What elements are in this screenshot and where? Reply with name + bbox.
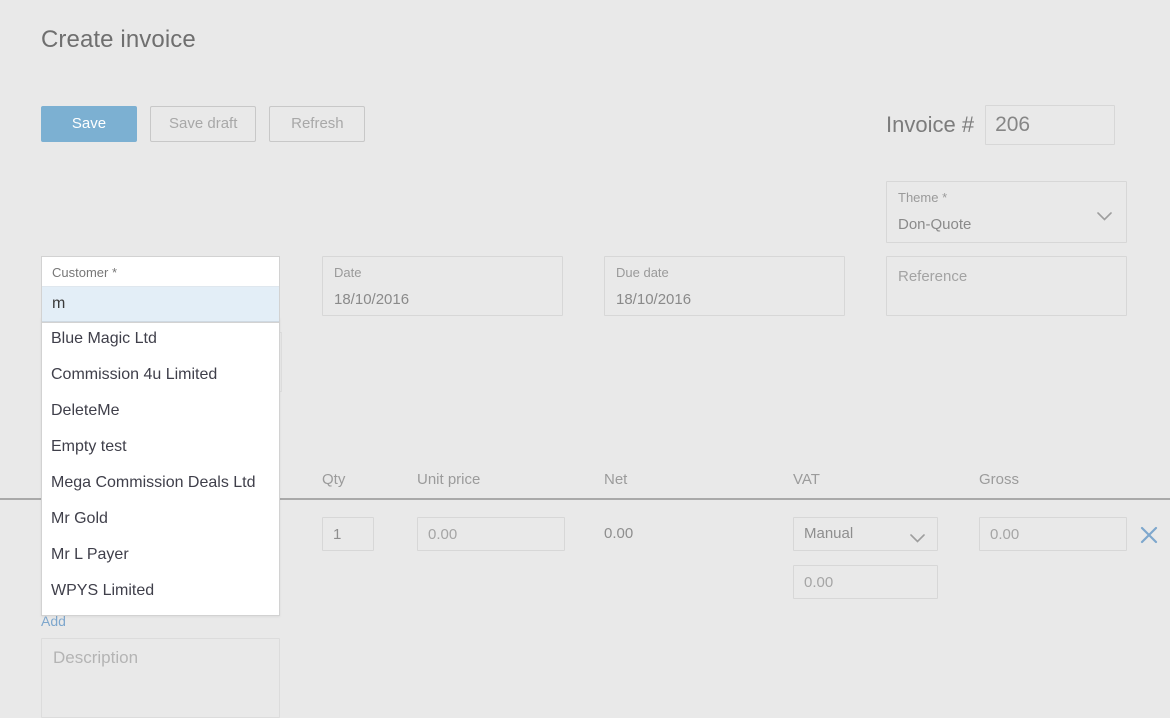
date-field[interactable]: Date 18/10/2016 — [322, 256, 563, 316]
customer-suggestion-list[interactable]: Blue Magic Ltd Commission 4u Limited Del… — [41, 317, 280, 616]
theme-value: Don-Quote — [898, 216, 972, 233]
chevron-down-icon — [1097, 212, 1112, 221]
vat-mode-value: Manual — [804, 525, 854, 542]
description-textarea[interactable] — [41, 638, 280, 718]
page-title: Create invoice — [41, 26, 196, 53]
list-item[interactable]: Blue Magic Ltd — [42, 321, 279, 357]
column-header-qty: Qty — [322, 471, 346, 488]
due-date-value: 18/10/2016 — [616, 291, 692, 308]
column-header-unit-price: Unit price — [417, 471, 481, 488]
due-date-field[interactable]: Due date 18/10/2016 — [604, 256, 845, 316]
column-header-net: Net — [604, 471, 628, 488]
list-item[interactable]: Empty test — [42, 429, 279, 465]
list-item[interactable]: DeleteMe — [42, 393, 279, 429]
list-item[interactable]: Mega Commission Deals Ltd — [42, 465, 279, 501]
vat-mode-select[interactable]: Manual — [793, 517, 938, 551]
list-item[interactable]: Commission 4u Limited — [42, 357, 279, 393]
gross-input[interactable] — [979, 517, 1127, 551]
customer-label: Customer * — [52, 265, 118, 280]
chevron-down-icon — [910, 530, 925, 543]
list-item[interactable]: Mr L Payer — [42, 537, 279, 573]
column-header-gross: Gross — [979, 471, 1020, 488]
invoice-number-input[interactable] — [985, 105, 1116, 145]
theme-label: Theme * — [898, 190, 948, 205]
due-date-label: Due date — [616, 265, 669, 280]
invoice-number-group: Invoice # — [886, 105, 1116, 145]
qty-input[interactable] — [322, 517, 374, 551]
list-item[interactable]: Mr Gold — [42, 501, 279, 537]
reference-placeholder: Reference — [898, 268, 968, 285]
date-label: Date — [334, 265, 362, 280]
unit-price-input[interactable] — [417, 517, 565, 551]
refresh-button[interactable]: Refresh — [269, 106, 366, 142]
invoice-number-label: Invoice # — [886, 112, 975, 137]
reference-field[interactable]: Reference — [886, 256, 1127, 316]
theme-select[interactable]: Theme * Don-Quote — [886, 181, 1127, 243]
close-icon[interactable] — [1139, 525, 1159, 545]
create-invoice-page: Create invoice Save Save draft Refresh I… — [0, 0, 1170, 718]
column-header-vat: VAT — [793, 471, 820, 488]
customer-input[interactable] — [42, 286, 279, 322]
list-item[interactable]: WPYS Limited — [42, 573, 279, 609]
save-button[interactable]: Save — [41, 106, 137, 142]
net-value: 0.00 — [604, 525, 634, 542]
date-value: 18/10/2016 — [334, 291, 410, 308]
vat-amount-input[interactable] — [793, 565, 938, 599]
customer-combobox[interactable]: Customer * — [41, 256, 280, 323]
save-draft-button[interactable]: Save draft — [150, 106, 257, 142]
toolbar: Save Save draft Refresh — [41, 106, 366, 142]
